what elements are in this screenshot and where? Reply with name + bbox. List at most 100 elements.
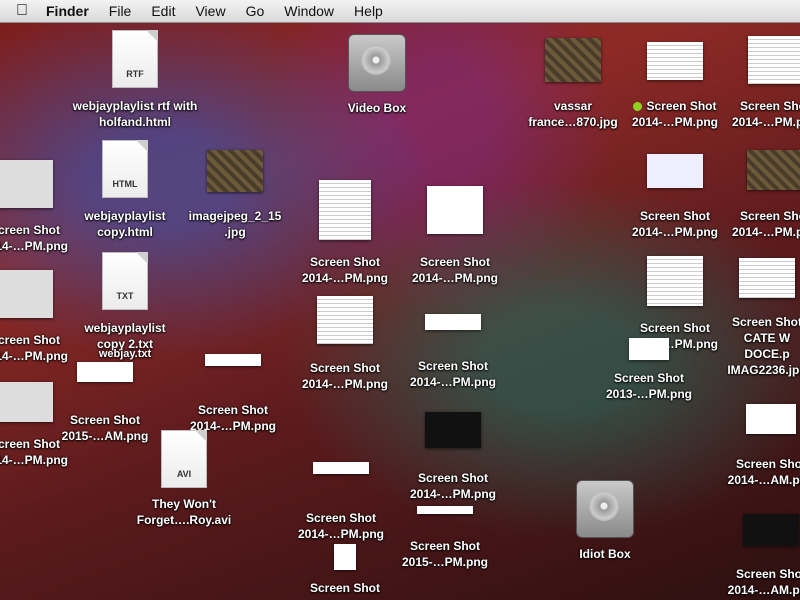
icon-label: Screen Shot: [0, 333, 61, 347]
desktop-icon-screenshot[interactable]: Screen Shot 2015-…PM.png: [390, 506, 500, 570]
menu-file[interactable]: File: [99, 0, 142, 22]
menu-window[interactable]: Window: [274, 0, 344, 22]
icon-label: Screen Shot: [69, 413, 141, 427]
desktop-icon-screenshot[interactable]: Screen Shot 2014-…PM.png: [0, 270, 80, 364]
screenshot-thumbnail: [313, 462, 369, 474]
menu-view[interactable]: View: [185, 0, 235, 22]
desktop-icon-screenshot[interactable]: Screen Shot 2014-…PM.png: [720, 36, 800, 130]
menu-help[interactable]: Help: [344, 0, 393, 22]
screenshot-thumbnail: [629, 338, 669, 360]
icon-label: Screen Shot: [417, 359, 489, 373]
icon-label: Forget….Roy.avi: [136, 513, 232, 527]
screenshot-thumbnail: [205, 354, 261, 366]
desktop-icon-screenshot[interactable]: Screen Shot 2014-…PM.png: [0, 160, 80, 254]
icon-label: webjayplaylist rtf with: [72, 99, 198, 113]
icon-label: 2014-…PM.png: [301, 271, 388, 285]
menu-go[interactable]: Go: [236, 0, 275, 22]
desktop-icon-html-file[interactable]: HTML webjayplaylist copy.html: [70, 140, 180, 240]
icon-label: imagejpeg_2_15: [188, 209, 282, 223]
menu-bar:  Finder File Edit View Go Window Help: [0, 0, 800, 23]
icon-label: CATE W: [743, 331, 791, 345]
icon-label: 2014-…PM.png: [297, 527, 384, 541]
desktop-icon-screenshot[interactable]: Screen Shot 2014-…PM.png: [620, 154, 730, 240]
desktop-icon-screenshot[interactable]: Screen Shot 2014-…AM.png: [716, 404, 800, 488]
icon-label: Screen Shot: [613, 371, 685, 385]
icon-label: Screen Shot: [309, 255, 381, 269]
video-document-icon: AVI: [161, 430, 207, 488]
icon-label: They Won't: [152, 497, 216, 511]
icon-label: 2014-…AM.png: [727, 473, 800, 487]
icon-label: Screen Shot: [739, 99, 800, 113]
image-thumbnail: [207, 150, 263, 192]
screenshot-thumbnail: [647, 154, 703, 188]
desktop-icon-screenshot[interactable]: Screen Shot 2014-…PM.png: [178, 354, 288, 434]
icon-label: holfand.html: [99, 115, 171, 129]
desktop-icon-screenshot[interactable]: Screen Shot 2014-…PM.png: [400, 186, 510, 286]
desktop-icon-rtf-file[interactable]: RTF webjayplaylist rtf with holfand.html: [70, 30, 200, 130]
icon-label: IMAG2236.jpg: [727, 363, 800, 377]
green-tag-icon: [633, 102, 643, 112]
hard-drive-icon: [576, 480, 634, 538]
desktop-icon-vassar-jpg[interactable]: vassar france…870.jpg: [518, 38, 628, 130]
icon-label: Screen Shot: [409, 539, 481, 553]
icon-label: 2014-…PM.png: [731, 225, 800, 239]
icon-label: Screen Shot: [731, 315, 800, 329]
icon-label: 2014-…PM.png: [411, 271, 498, 285]
icon-label: .jpg: [224, 225, 246, 239]
screenshot-thumbnail: [0, 270, 53, 318]
screenshot-thumbnail: [425, 314, 481, 330]
menu-finder[interactable]: Finder: [40, 0, 99, 22]
image-thumbnail: [545, 38, 601, 82]
desktop-icon-imagejpeg[interactable]: imagejpeg_2_15 .jpg: [180, 150, 290, 240]
desktop-icon-screenshot[interactable]: Screen Shot 2014-…AM.png: [716, 514, 800, 598]
icon-label: webjayplaylist: [84, 209, 166, 223]
apple-menu-icon[interactable]: : [0, 0, 40, 22]
desktop-icon-screenshot[interactable]: Screen Shot 2013-…PM.png: [594, 338, 704, 402]
desktop[interactable]:  Finder File Edit View Go Window Help R…: [0, 0, 800, 600]
desktop-icon-screenshot[interactable]: Screen Shot 2014-…PM.png: [720, 150, 800, 240]
icon-label: Screen Shot: [735, 567, 800, 581]
icon-label: Video Box: [347, 101, 407, 115]
desktop-icon-txt-file[interactable]: TXT webjayplaylist copy 2.txt webjay.txt: [70, 252, 180, 362]
desktop-icon-screenshot[interactable]: Screen Shot CATE W DOCE.p IMAG2236.jpg: [712, 258, 800, 378]
desktop-icon-idiot-box[interactable]: Idiot Box: [550, 480, 660, 562]
icon-label: Screen Shot: [739, 209, 800, 223]
desktop-icon-screenshot[interactable]: Screen Shot 2014-…PM.png: [290, 180, 400, 286]
desktop-icon-avi-file[interactable]: AVI They Won't Forget….Roy.avi: [124, 430, 244, 528]
menu-edit[interactable]: Edit: [141, 0, 185, 22]
rtf-document-icon: RTF: [112, 30, 158, 88]
desktop-icon-screenshot[interactable]: Screen Shot 2014-…PM.png: [620, 42, 730, 130]
screenshot-thumbnail: [334, 544, 356, 570]
icon-label: 2014-…PM.png: [409, 375, 496, 389]
icon-label: webjay.txt: [98, 348, 152, 360]
desktop-icon-screenshot[interactable]: Screen Shot 2014-…PM.png: [398, 412, 508, 502]
icon-label: 2013-…PM.png: [605, 387, 692, 401]
icon-label: 2014-…PM.png: [409, 487, 496, 501]
desktop-icon-screenshot[interactable]: Screen Shot 2014-…PM.png: [286, 462, 396, 542]
icon-label: Screen Shot: [620, 98, 730, 114]
desktop-icon-screenshot[interactable]: Screen Shot 2014-…PM.png: [398, 314, 508, 390]
screenshot-thumbnail: [0, 382, 53, 422]
icon-label: copy.html: [97, 225, 153, 239]
icon-label: DOCE.p: [744, 347, 790, 361]
icon-label: vassar: [553, 99, 593, 113]
screenshot-thumbnail: [747, 150, 800, 190]
icon-label: Screen Shot: [197, 403, 269, 417]
screenshot-thumbnail: [743, 514, 799, 546]
icon-label: 2014-…PM.png: [731, 115, 800, 129]
desktop-icon-video-box[interactable]: Video Box: [322, 34, 432, 116]
screenshot-thumbnail: [427, 186, 483, 234]
desktop-icon-screenshot[interactable]: Screen Shot 2014-…PM.png: [290, 296, 400, 392]
screenshot-thumbnail: [425, 412, 481, 448]
icon-label: 2014-…PM.png: [631, 115, 718, 129]
icon-label: 2014-…AM.png: [727, 583, 800, 597]
icon-label: Screen Shot: [309, 361, 381, 375]
icon-label: Screen Shot: [0, 223, 61, 237]
screenshot-thumbnail: [77, 362, 133, 382]
icon-label: france…870.jpg: [528, 115, 618, 129]
desktop-icon-screenshot[interactable]: Screen Shot: [290, 544, 400, 596]
icon-label: 2014-…PM.png: [631, 225, 718, 239]
icon-label: 2015-…PM.png: [401, 555, 488, 569]
screenshot-thumbnail: [739, 258, 795, 298]
icon-label: Screen Shot: [309, 581, 381, 595]
